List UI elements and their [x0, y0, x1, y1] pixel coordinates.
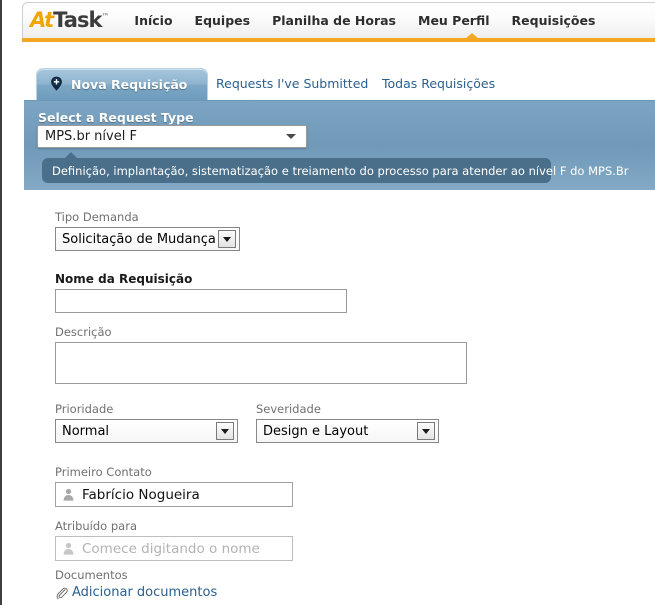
logo-text-task: Task [53, 7, 102, 32]
person-icon [63, 488, 74, 501]
map-pin-plus-icon [51, 76, 62, 91]
chevron-down-icon [417, 422, 435, 440]
nav-item-requisicoes[interactable]: Requisições [512, 14, 596, 28]
field-primeiro-contato: Primeiro Contato Fabrício Nogueira [55, 465, 293, 507]
logo-text-at: At [30, 7, 54, 32]
application-window: AtTask™ Início Equipes Planilha de Horas… [0, 0, 655, 605]
adicionar-documentos-label: Adicionar documentos [72, 585, 218, 600]
field-tipo-demanda: Tipo Demanda Solicitação de Mudança [55, 210, 240, 251]
tab-nova-requisicao-label: Nova Requisição [71, 77, 188, 92]
severidade-label: Severidade [256, 402, 321, 416]
request-type-tooltip: Definição, implantação, sistematização e… [42, 152, 629, 183]
nav-item-meu-perfil[interactable]: Meu Perfil [418, 14, 490, 28]
request-type-tooltip-text: Definição, implantação, sistematização e… [52, 163, 629, 178]
primeiro-contato-label: Primeiro Contato [55, 465, 152, 479]
tipo-demanda-label: Tipo Demanda [55, 210, 139, 224]
prioridade-select[interactable]: Normal [55, 419, 238, 443]
request-type-panel: Select a Request Type MPS.br nível F Def… [24, 100, 655, 190]
nav-active-marker-icon [464, 33, 480, 40]
chevron-down-icon [216, 422, 234, 440]
field-nome-requisicao: Nome da Requisição [55, 272, 347, 313]
descricao-label: Descrição [55, 325, 112, 339]
primeiro-contato-value: Fabrício Nogueira [82, 486, 200, 503]
adicionar-documentos-link[interactable]: Adicionar documentos [55, 585, 315, 600]
prioridade-label: Prioridade [55, 402, 114, 416]
nav-accent-underline [22, 38, 655, 42]
field-atribuido-para: Atribuído para Comece digitando o nome [55, 519, 293, 561]
tab-requests-ive-submitted[interactable]: Requests I've Submitted [216, 76, 368, 91]
chevron-down-icon [286, 134, 296, 139]
documentos-label: Documentos [55, 568, 128, 582]
atribuido-para-label: Atribuído para [55, 519, 137, 533]
primeiro-contato-input[interactable]: Fabrício Nogueira [55, 482, 293, 507]
field-prioridade: Prioridade Normal [55, 402, 238, 443]
tab-nova-requisicao[interactable]: Nova Requisição [36, 68, 208, 100]
atribuido-para-placeholder: Comece digitando o nome [82, 540, 260, 557]
atribuido-para-input[interactable]: Comece digitando o nome [55, 536, 293, 561]
descricao-textarea[interactable] [55, 342, 467, 384]
field-documentos: Documentos Adicionar documentos [55, 568, 315, 600]
tab-strip: Nova Requisição Requests I've Submitted … [24, 68, 655, 102]
tipo-demanda-select[interactable]: Solicitação de Mudança [55, 227, 240, 251]
request-type-select-value: MPS.br nível F [45, 129, 137, 144]
nav-item-inicio[interactable]: Início [134, 14, 172, 28]
chevron-down-icon [218, 230, 236, 248]
severidade-value: Design e Layout [263, 423, 369, 439]
logo-trademark: ™ [101, 11, 110, 21]
tab-todas-requisicoes[interactable]: Todas Requisições [382, 76, 495, 91]
nav-item-equipes[interactable]: Equipes [195, 14, 251, 28]
nome-requisicao-input[interactable] [55, 289, 347, 313]
prioridade-value: Normal [62, 423, 110, 439]
field-descricao: Descrição [55, 325, 467, 384]
tipo-demanda-value: Solicitação de Mudança [62, 231, 216, 247]
paperclip-icon [56, 587, 68, 599]
field-severidade: Severidade Design e Layout [256, 402, 439, 443]
top-navigation-bar: AtTask™ Início Equipes Planilha de Horas… [22, 2, 655, 40]
severidade-select[interactable]: Design e Layout [256, 419, 439, 443]
attask-logo[interactable]: AtTask™ [30, 7, 110, 32]
nav-item-planilha-de-horas[interactable]: Planilha de Horas [272, 14, 396, 28]
nome-requisicao-label: Nome da Requisição [55, 272, 193, 286]
select-request-type-label: Select a Request Type [38, 110, 194, 125]
request-type-select[interactable]: MPS.br nível F [37, 125, 307, 148]
person-icon [63, 542, 74, 555]
